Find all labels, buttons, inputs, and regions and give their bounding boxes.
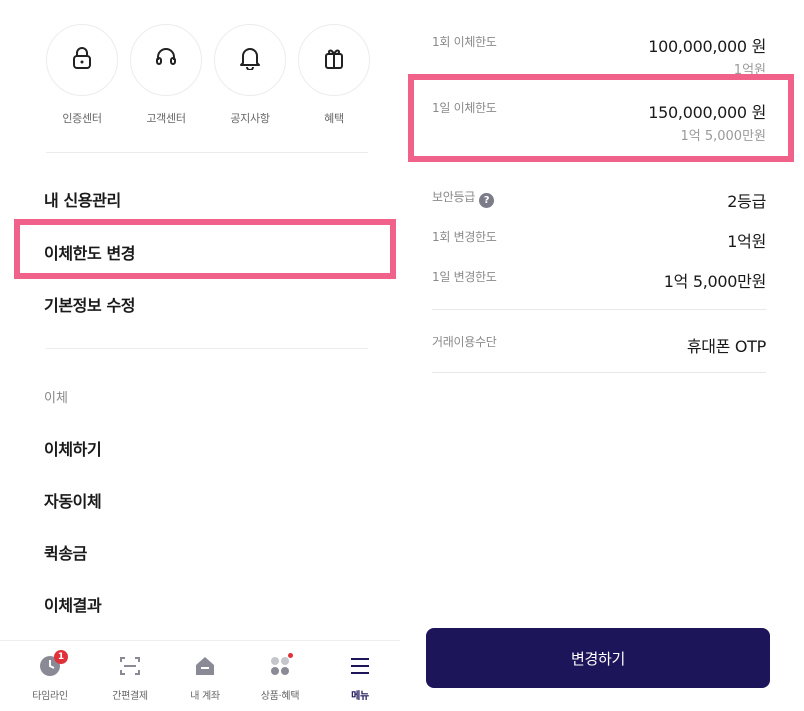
divider <box>432 372 766 373</box>
quick-label: 공지사항 <box>230 112 270 125</box>
lock-icon <box>71 46 93 74</box>
gift-icon <box>323 46 345 74</box>
quick-item-notice[interactable]: 공지사항 <box>214 24 286 126</box>
quick-item-auth[interactable]: 인증센터 <box>46 24 118 126</box>
nav-item-menu[interactable]: 메뉴 <box>320 641 400 711</box>
nav-label: 간편결제 <box>112 691 148 702</box>
row-label: 거래이용수단 <box>432 335 497 349</box>
hamburger-icon <box>348 654 372 678</box>
menu-item-transfer[interactable]: 이체하기 <box>44 436 102 460</box>
headset-icon <box>154 46 178 74</box>
row-value: 1억원 <box>727 232 766 251</box>
section-label-transfer: 이체 <box>44 391 68 406</box>
menu-item-basic-info[interactable]: 기본정보 수정 <box>44 292 135 316</box>
quick-menu: 인증센터 고객센터 공지사항 혜택 <box>46 24 376 134</box>
menu-panel: 인증센터 고객센터 공지사항 혜택 내 신용관리 이체한도 변경 기본정보 수정… <box>0 0 400 711</box>
quick-item-benefit[interactable]: 혜택 <box>298 24 370 126</box>
new-dot <box>288 653 293 658</box>
quick-label: 고객센터 <box>146 112 186 125</box>
row-label: 1회 변경한도 <box>432 230 497 244</box>
row-label: 보안등급? <box>432 188 494 208</box>
scan-icon <box>118 654 142 678</box>
quick-item-support[interactable]: 고객센터 <box>130 24 202 126</box>
menu-item-auto-transfer[interactable]: 자동이체 <box>44 488 102 512</box>
nav-label: 메뉴 <box>351 691 369 702</box>
home-icon <box>193 654 217 678</box>
nav-item-easy-pay[interactable]: 간편결제 <box>90 641 170 711</box>
row-label-text: 보안등급 <box>432 190 475 204</box>
quick-label: 인증센터 <box>62 112 102 125</box>
menu-item-quick-send[interactable]: 퀵송금 <box>44 540 87 564</box>
notification-badge: 1 <box>54 650 68 664</box>
nav-label: 내 계좌 <box>190 691 220 702</box>
quick-circle <box>298 24 370 96</box>
apps-icon <box>268 653 293 678</box>
row-label: 1회 이체한도 <box>432 35 497 49</box>
quick-circle <box>46 24 118 96</box>
clock-icon: 1 <box>38 650 68 678</box>
change-button[interactable]: 변경하기 <box>426 628 770 688</box>
nav-item-timeline[interactable]: 1 타임라인 <box>10 641 90 711</box>
row-sub: 1억 5,000만원 <box>680 129 767 144</box>
row-value: 2등급 <box>727 192 766 211</box>
nav-item-products[interactable]: 상품·혜택 <box>240 641 320 711</box>
nav-label: 상품·혜택 <box>260 691 300 702</box>
quick-circle <box>130 24 202 96</box>
limit-panel: 1회 이체한도 100,000,000 원 1억원 1일 이체한도 150,00… <box>404 0 804 711</box>
row-value: 1억 5,000만원 <box>663 272 767 291</box>
quick-label: 혜택 <box>324 112 344 125</box>
bell-icon <box>239 46 261 74</box>
row-value: 100,000,000 원 <box>648 37 766 56</box>
menu-item-transfer-limit[interactable]: 이체한도 변경 <box>44 240 135 264</box>
nav-item-my-account[interactable]: 내 계좌 <box>165 641 245 711</box>
menu-item-transfer-result[interactable]: 이체결과 <box>44 592 102 616</box>
divider <box>46 152 368 153</box>
divider <box>46 348 368 349</box>
divider <box>432 309 766 310</box>
row-label: 1일 변경한도 <box>432 270 497 284</box>
nav-label: 타임라인 <box>32 691 68 702</box>
menu-item-credit[interactable]: 내 신용관리 <box>44 187 121 211</box>
quick-circle <box>214 24 286 96</box>
bottom-nav: 1 타임라인 간편결제 내 계좌 상품·혜택 메뉴 <box>0 640 400 711</box>
row-value: 150,000,000 원 <box>648 103 766 122</box>
row-value: 휴대폰 OTP <box>686 337 766 356</box>
help-icon[interactable]: ? <box>478 193 494 208</box>
row-label: 1일 이체한도 <box>432 101 497 115</box>
